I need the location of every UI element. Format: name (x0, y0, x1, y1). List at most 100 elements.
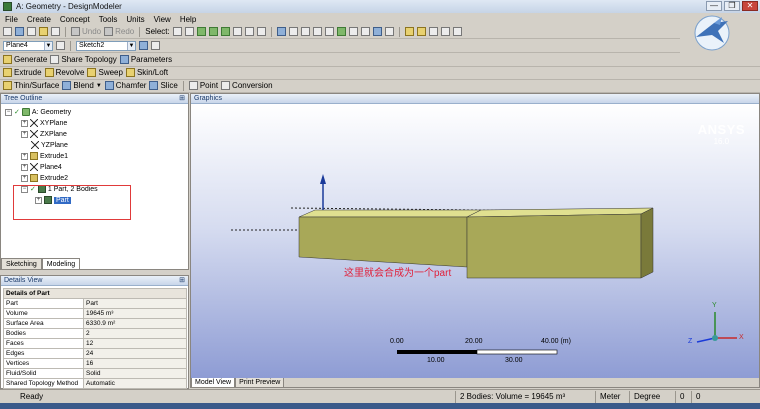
slice-button[interactable]: Slice (149, 81, 178, 90)
select-point-icon[interactable] (184, 27, 194, 36)
skin-loft-button[interactable]: Skin/Loft (125, 68, 168, 77)
tree-item-extrude2[interactable]: + Extrude2 (21, 174, 68, 182)
plane-combo[interactable]: Plane4 ▼ (3, 40, 53, 51)
cut-display-icon[interactable] (452, 27, 462, 36)
menu-help[interactable]: Help (180, 15, 196, 24)
menu-create[interactable]: Create (27, 15, 51, 24)
annotation-text: 这里就会合成为一个part (344, 268, 452, 279)
conversion-button[interactable]: Conversion (221, 81, 273, 90)
features-toolbar: Extrude Revolve Sweep Skin/Loft (0, 66, 760, 80)
3d-viewport[interactable]: ANSYS 16.0 这里就会合成为一个part 0.00 20.00 40.0… (191, 104, 759, 378)
magnifier-icon[interactable] (336, 27, 346, 36)
tab-modeling[interactable]: Modeling (41, 258, 81, 269)
expand-icon[interactable]: + (21, 163, 28, 171)
chamfer-button[interactable]: Chamfer (104, 81, 146, 90)
generate-button[interactable]: Generate (3, 55, 47, 64)
pan-icon[interactable] (288, 27, 298, 36)
select-all-icon[interactable] (256, 27, 266, 36)
tree-item-yzplane[interactable]: YZPlane (31, 141, 68, 149)
tree-item-plane4[interactable]: + Plane4 (21, 163, 62, 171)
previous-view-icon[interactable] (348, 27, 358, 36)
tree-item-zxplane[interactable]: + ZXPlane (21, 130, 67, 138)
triad-origin[interactable] (712, 335, 718, 341)
collapse-icon[interactable]: − (5, 108, 12, 116)
zoom-icon[interactable] (300, 27, 310, 36)
menu-view[interactable]: View (154, 15, 171, 24)
new-plane-icon[interactable] (56, 41, 65, 50)
blend-button[interactable]: Blend ▼ (62, 81, 102, 90)
revolve-button[interactable]: Revolve (44, 68, 84, 77)
table-row[interactable]: Shared Topology Method Automatic (3, 378, 187, 389)
table-row[interactable]: Part Part (3, 298, 187, 309)
new-icon[interactable] (3, 27, 12, 36)
export-icon[interactable] (27, 27, 36, 36)
extrude-icon (3, 68, 12, 77)
expand-icon[interactable]: + (21, 152, 28, 160)
expand-icon[interactable]: + (21, 174, 28, 182)
next-view-icon[interactable] (360, 27, 370, 36)
sweep-button[interactable]: Sweep (87, 68, 123, 77)
line-tool-icon[interactable] (428, 27, 438, 36)
table-row[interactable]: Fluid/Solid Solid (3, 368, 187, 379)
undo-button[interactable]: Undo (71, 27, 101, 36)
table-row[interactable]: Vertices 16 (3, 358, 187, 369)
body1-front-face[interactable] (298, 216, 468, 268)
new-sketch-icon[interactable] (139, 41, 148, 50)
zoom-to-fit-icon[interactable] (324, 27, 334, 36)
save-icon[interactable] (15, 27, 24, 36)
pin-icon[interactable]: ⊞ (179, 94, 185, 104)
tab-print-preview[interactable]: Print Preview (235, 378, 285, 388)
body1-top-face[interactable] (298, 209, 482, 218)
tab-sketching[interactable]: Sketching (1, 258, 42, 269)
edge-display-icon[interactable] (416, 27, 426, 36)
menu-concept[interactable]: Concept (60, 15, 90, 24)
select-mode-icon[interactable] (172, 27, 182, 36)
select-body-icon[interactable] (220, 27, 230, 36)
chamfer-icon (104, 81, 114, 90)
look-at-icon[interactable] (151, 41, 160, 50)
tree-item-xyplane[interactable]: + XYPlane (21, 119, 67, 127)
point-button[interactable]: Point (188, 81, 218, 90)
close-button[interactable]: ✕ (742, 1, 758, 11)
vertex-display-icon[interactable] (440, 27, 450, 36)
image-icon[interactable] (51, 27, 60, 36)
box-select-icon[interactable] (244, 27, 254, 36)
display-options-icon[interactable] (384, 27, 394, 36)
status-units: Meter (595, 390, 629, 403)
model-display-icon[interactable] (404, 27, 414, 36)
rotate-icon[interactable] (276, 27, 286, 36)
import-icon[interactable] (39, 27, 48, 36)
body2-side-face[interactable] (640, 207, 654, 279)
table-row[interactable]: Edges 24 (3, 348, 187, 359)
parameters-icon (119, 55, 129, 64)
redo-button[interactable]: Redo (104, 27, 134, 36)
menu-tools[interactable]: Tools (99, 15, 118, 24)
menu-units[interactable]: Units (126, 15, 144, 24)
extend-selection-icon[interactable] (232, 27, 242, 36)
share-topology-button[interactable]: Share Topology (50, 55, 117, 64)
box-zoom-icon[interactable] (312, 27, 322, 36)
isometric-view-icon[interactable] (372, 27, 382, 36)
extrude-button[interactable]: Extrude (3, 68, 42, 77)
tree-root[interactable]: − ✓ A: Geometry (5, 108, 71, 116)
expand-icon[interactable]: + (21, 130, 28, 138)
select-face-icon[interactable] (208, 27, 218, 36)
tree-item-extrude1[interactable]: + Extrude1 (21, 152, 68, 160)
table-row[interactable]: Volume 19645 m³ (3, 308, 187, 319)
generate-toolbar: Generate Share Topology Parameters (0, 53, 760, 67)
body2-front-face[interactable] (466, 213, 642, 279)
minimize-button[interactable]: — (706, 1, 722, 11)
pin-icon[interactable]: ⊞ (179, 276, 185, 286)
tab-model-view[interactable]: Model View (191, 378, 236, 388)
expand-icon[interactable]: + (21, 119, 28, 127)
table-row[interactable]: Bodies 2 (3, 328, 187, 339)
details-section-header[interactable]: Details of Part (3, 288, 187, 299)
menu-file[interactable]: File (5, 15, 18, 24)
table-row[interactable]: Faces 12 (3, 338, 187, 349)
select-edge-icon[interactable] (196, 27, 206, 36)
maximize-button[interactable]: ❐ (724, 1, 740, 11)
thin-surface-button[interactable]: Thin/Surface (3, 81, 59, 90)
sketch-combo[interactable]: Sketch2 ▼ (76, 40, 136, 51)
parameters-button[interactable]: Parameters (119, 55, 172, 64)
table-row[interactable]: Surface Area 6330.9 m² (3, 318, 187, 329)
